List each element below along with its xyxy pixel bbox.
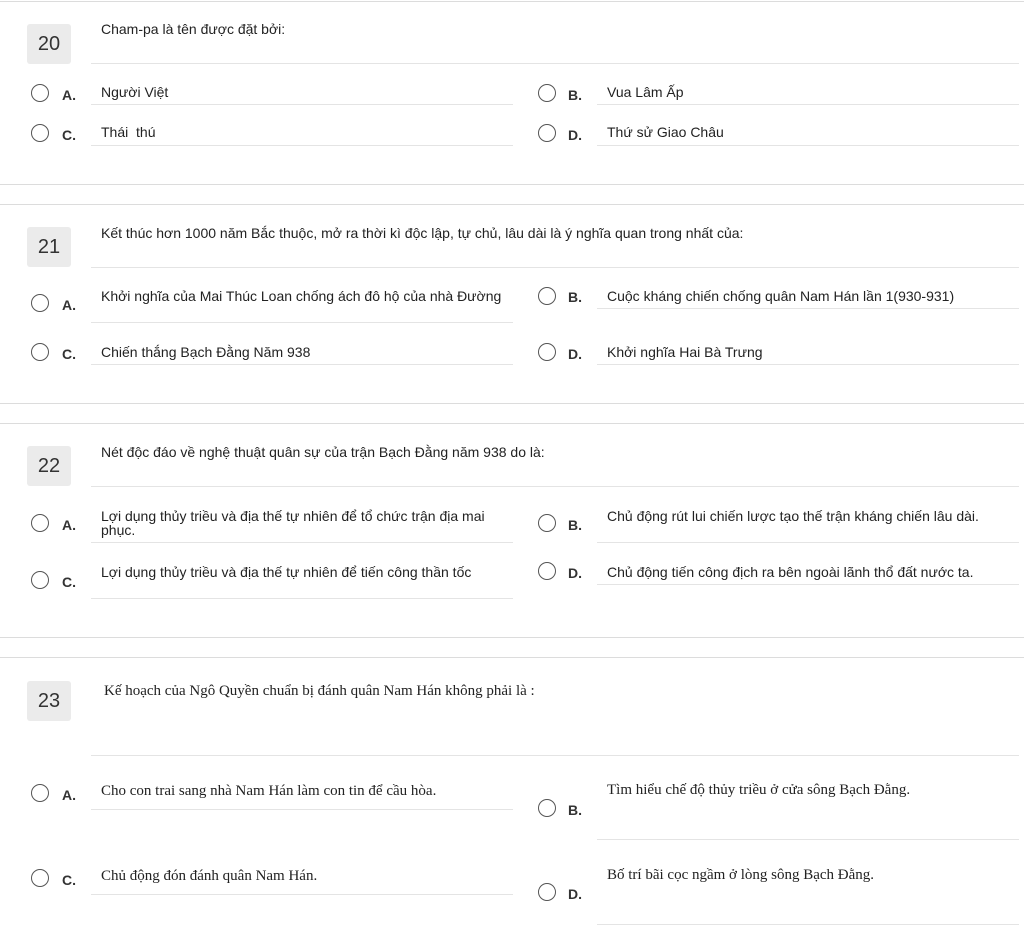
question-text: Kế hoạch của Ngô Quyền chuẩn bị đánh quâ… [104, 683, 535, 699]
divider [0, 184, 1024, 185]
divider [597, 145, 1019, 146]
option-letter: A. [62, 297, 76, 313]
question-text: Nét độc đáo về nghệ thuật quân sự của tr… [101, 444, 545, 460]
question-number: 23 [27, 681, 71, 721]
divider [91, 894, 513, 895]
divider [597, 308, 1019, 309]
divider [0, 637, 1024, 638]
option-letter: C. [62, 346, 76, 362]
radio-button[interactable] [538, 562, 556, 580]
question-number: 21 [27, 227, 71, 267]
option-letter: D. [568, 565, 582, 581]
option-letter: D. [568, 886, 582, 902]
question-text: Cham-pa là tên được đặt bởi: [101, 21, 286, 37]
option-text: Cuộc kháng chiến chống quân Nam Hán lần … [607, 288, 955, 304]
option-text: Khởi nghĩa của Mai Thúc Loan chống ách đ… [101, 288, 502, 304]
question-number: 20 [27, 24, 71, 64]
radio-button[interactable] [538, 287, 556, 305]
divider [91, 145, 513, 146]
option-letter: C. [62, 872, 76, 888]
divider [91, 104, 513, 105]
option-letter: B. [568, 87, 582, 103]
radio-button[interactable] [538, 124, 556, 142]
divider [0, 657, 1024, 658]
divider [0, 1, 1024, 2]
option-text: Chủ động tiến công địch ra bên ngoài lãn… [607, 564, 974, 580]
option-text: Thái thú [101, 124, 156, 140]
divider [597, 584, 1019, 585]
option-letter: C. [62, 127, 76, 143]
option-letter: A. [62, 787, 76, 803]
radio-button[interactable] [31, 343, 49, 361]
option-text: Cho con trai sang nhà Nam Hán làm con ti… [101, 783, 437, 799]
divider [0, 204, 1024, 205]
option-letter: B. [568, 802, 582, 818]
radio-button[interactable] [31, 514, 49, 532]
radio-button[interactable] [538, 84, 556, 102]
divider [597, 542, 1019, 543]
option-letter: A. [62, 87, 76, 103]
option-text: Lợi dụng thủy triều và địa thế tự nhiên … [101, 564, 472, 580]
question-text: Kết thúc hơn 1000 năm Bắc thuộc, mở ra t… [101, 225, 744, 241]
divider [91, 755, 1019, 756]
option-letter: D. [568, 127, 582, 143]
option-text: Người Việt [101, 84, 169, 100]
divider [91, 63, 1019, 64]
divider [597, 839, 1019, 840]
divider [91, 598, 513, 599]
radio-button[interactable] [31, 869, 49, 887]
option-text: Tìm hiểu chế độ thủy triều ở cửa sông Bạ… [607, 782, 911, 798]
radio-button[interactable] [31, 571, 49, 589]
option-letter: B. [568, 517, 582, 533]
divider [0, 403, 1024, 404]
radio-button[interactable] [538, 343, 556, 361]
radio-button[interactable] [538, 799, 556, 817]
radio-button[interactable] [31, 784, 49, 802]
divider [91, 322, 513, 323]
radio-button[interactable] [31, 124, 49, 142]
question-number: 22 [27, 446, 71, 486]
divider [597, 924, 1019, 925]
divider [0, 423, 1024, 424]
radio-button[interactable] [31, 294, 49, 312]
divider [91, 364, 513, 365]
option-text: Khởi nghĩa Hai Bà Trưng [607, 344, 763, 360]
option-text: Vua Lâm Ấp [607, 84, 684, 100]
divider [91, 809, 513, 810]
option-letter: A. [62, 517, 76, 533]
option-text: Thứ sử Giao Châu [607, 124, 724, 140]
divider [597, 104, 1019, 105]
option-letter: D. [568, 346, 582, 362]
option-text: Chiến thắng Bạch Đằng Năm 938 [101, 344, 311, 360]
option-text: Bố trí bãi cọc ngầm ở lòng sông Bạch Đằn… [607, 867, 875, 883]
divider [91, 267, 1019, 268]
option-text: Chủ động đón đánh quân Nam Hán. [101, 868, 318, 884]
radio-button[interactable] [538, 514, 556, 532]
option-letter: B. [568, 289, 582, 305]
option-text: Chủ động rút lui chiến lược tạo thế trận… [607, 508, 979, 524]
option-text: Lợi dụng thủy triều và địa thế tự nhiên … [101, 508, 485, 538]
divider [91, 542, 513, 543]
divider [91, 486, 1019, 487]
option-letter: C. [62, 574, 76, 590]
radio-button[interactable] [31, 84, 49, 102]
radio-button[interactable] [538, 883, 556, 901]
divider [597, 364, 1019, 365]
